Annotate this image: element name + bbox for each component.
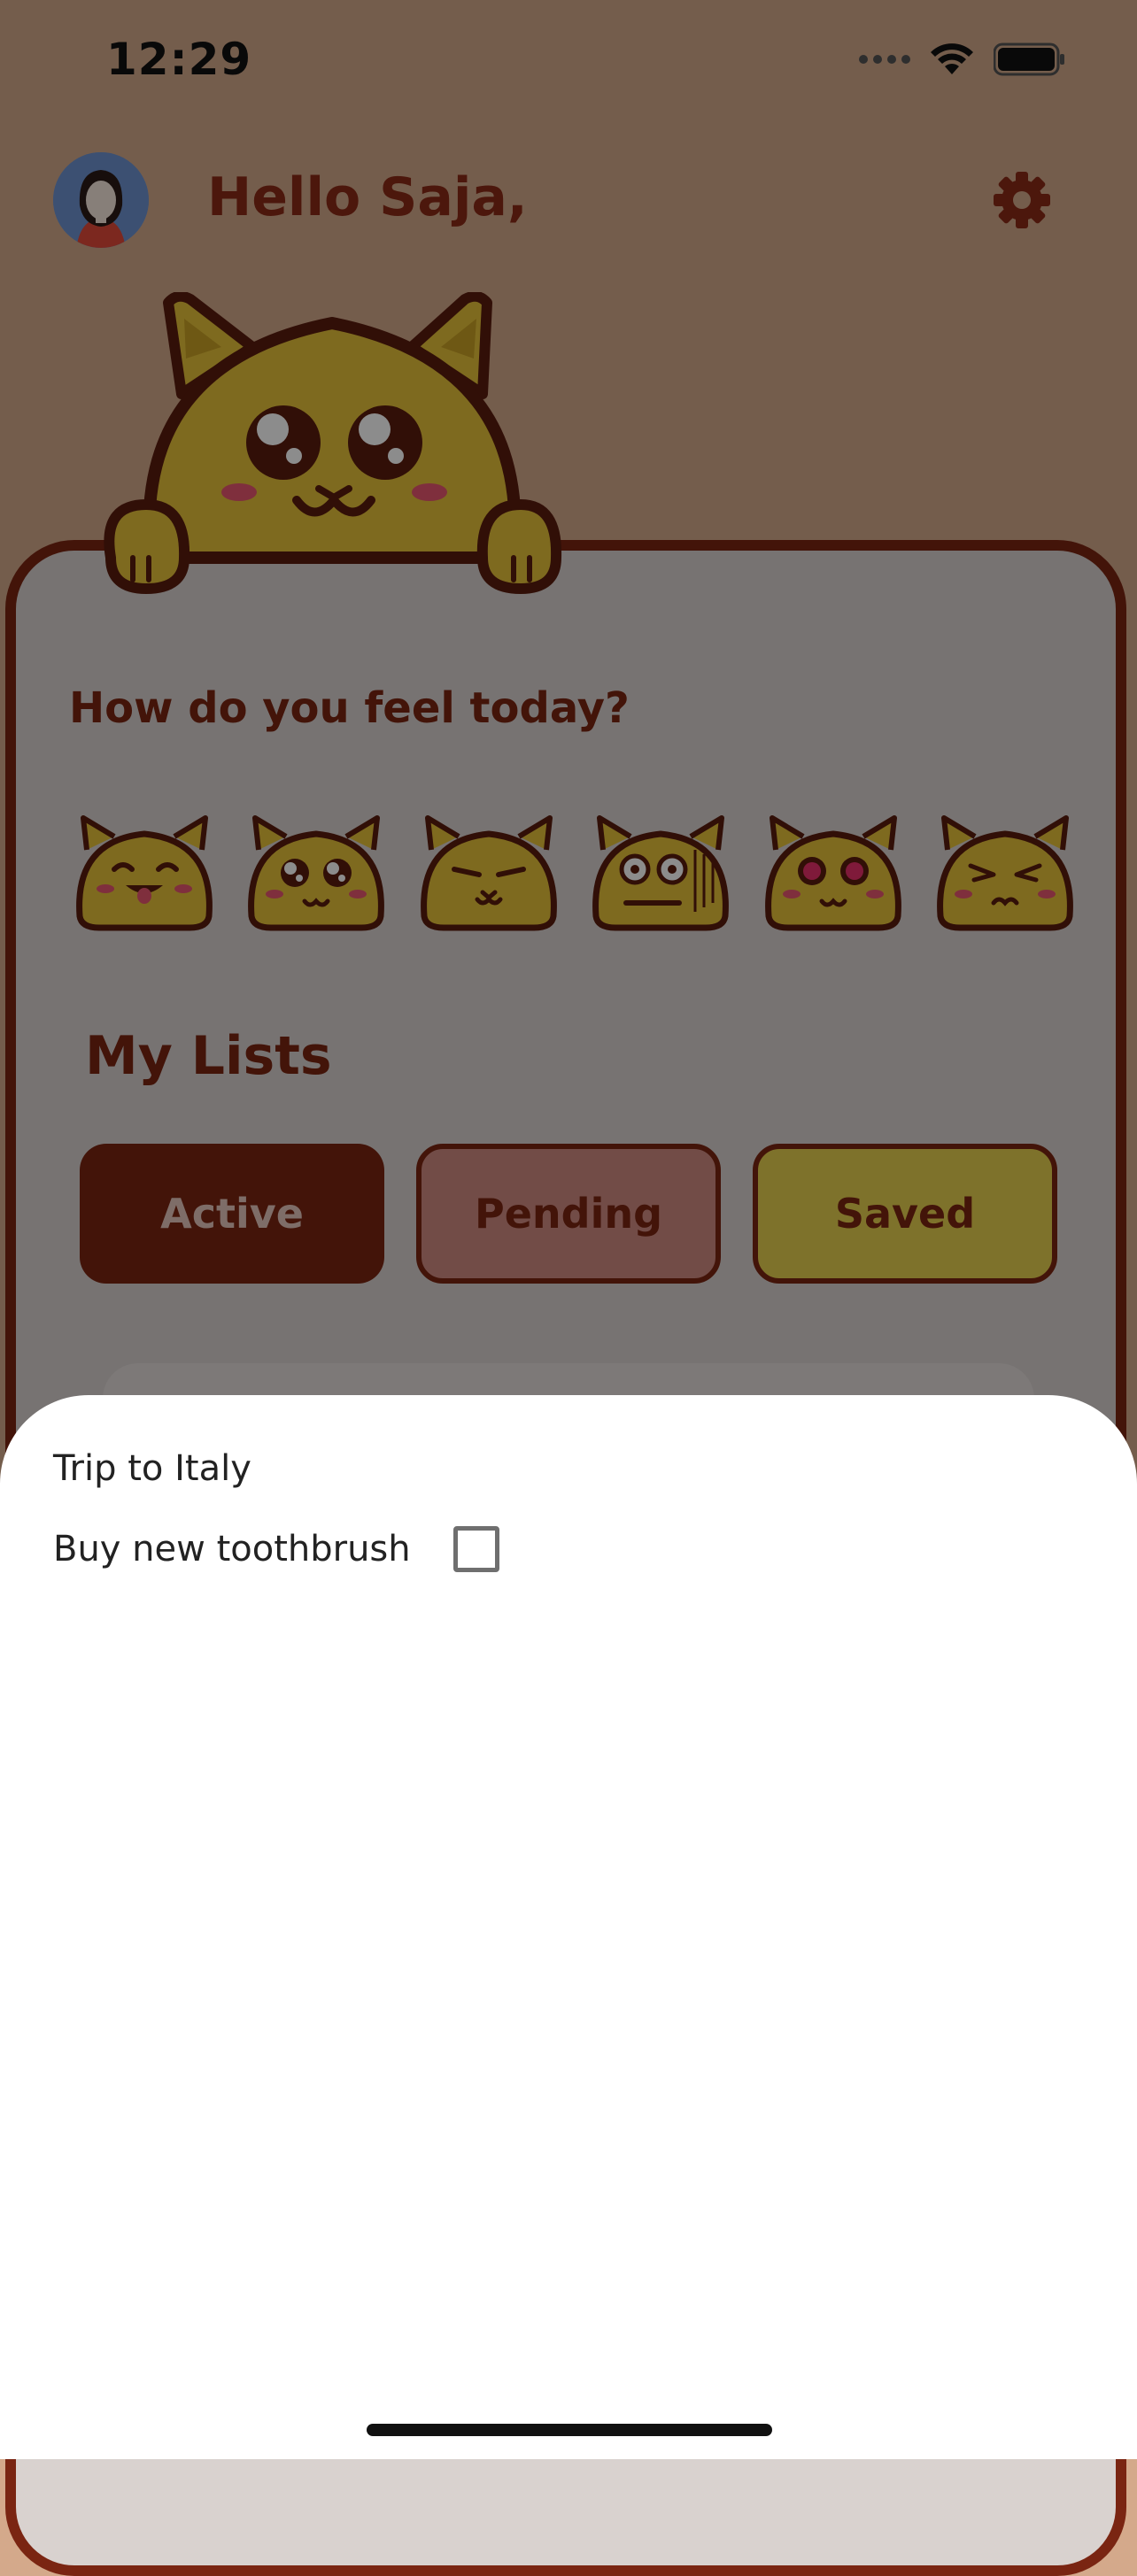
todo-item-label: Buy new toothbrush: [53, 1529, 411, 1570]
bottom-sheet: Trip to Italy Buy new toothbrush: [0, 1395, 1137, 2459]
todo-checkbox[interactable]: [452, 1526, 499, 1572]
home-indicator[interactable]: [367, 2424, 772, 2436]
list-title: Trip to Italy: [53, 1448, 251, 1489]
list-item[interactable]: Buy new toothbrush: [53, 1526, 499, 1572]
